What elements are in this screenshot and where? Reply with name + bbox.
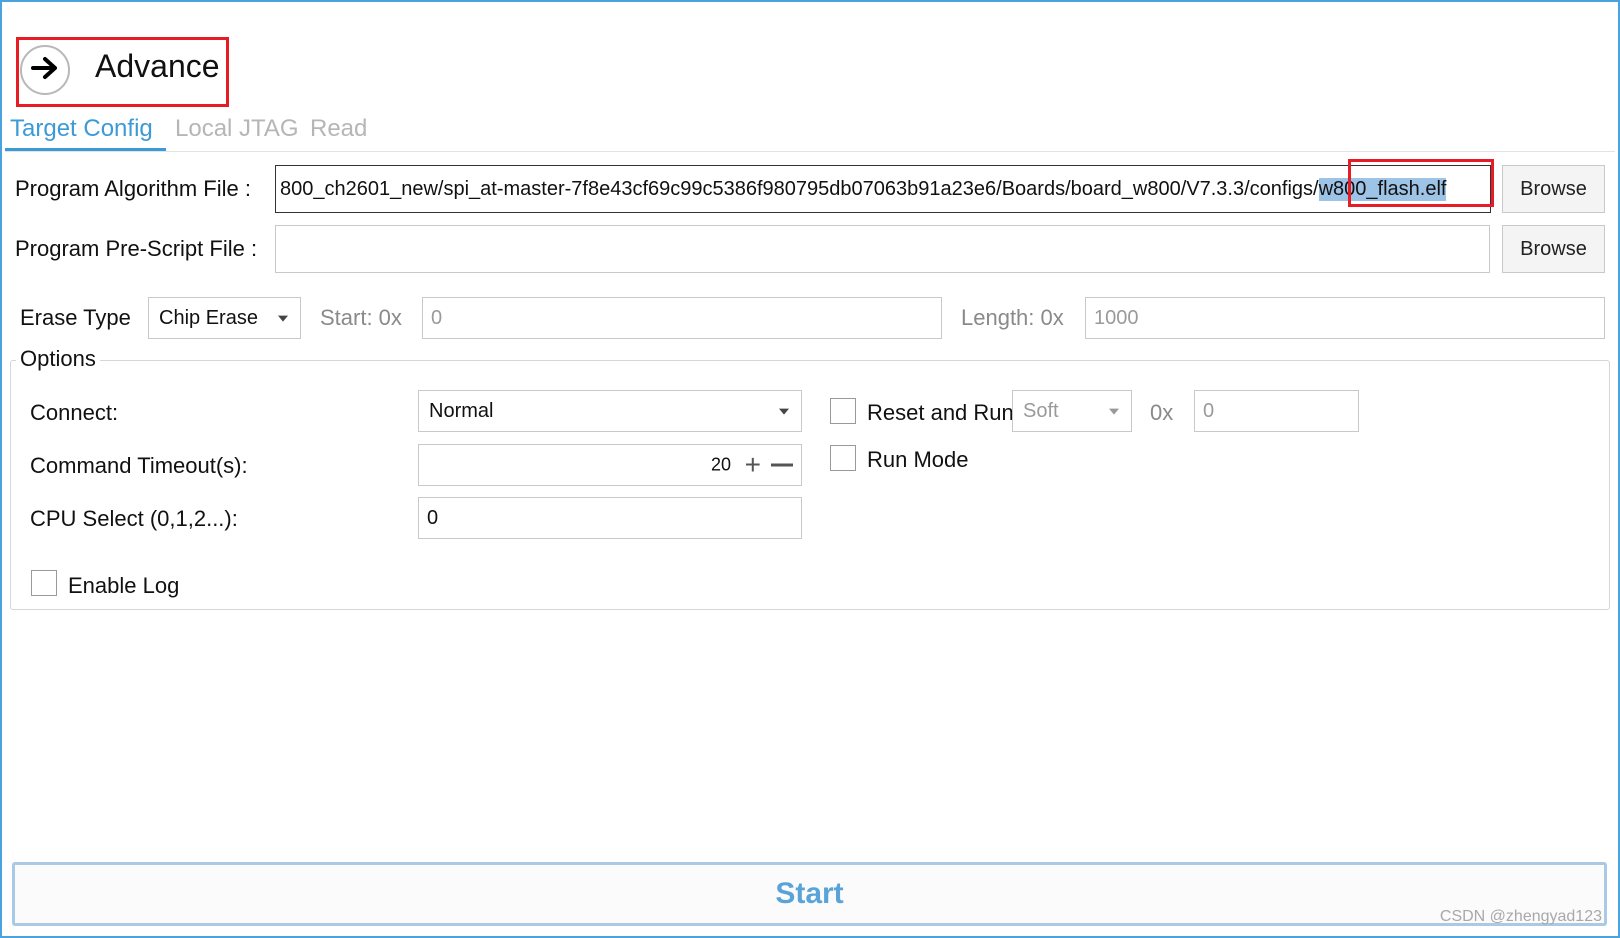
connect-value: Normal	[429, 399, 494, 422]
start-button[interactable]: Start	[12, 862, 1607, 926]
program-algorithm-input[interactable]: 800_ch2601_new/spi_at-master-7f8e43cf69c…	[275, 165, 1491, 213]
chevron-down-icon	[278, 315, 288, 322]
length-input[interactable]: 1000	[1085, 297, 1605, 339]
watermark: CSDN @zhengyad123	[1439, 908, 1602, 925]
minus-icon[interactable]	[771, 463, 793, 467]
tabs-divider	[5, 151, 1615, 152]
browse-prescript-button[interactable]: Browse	[1502, 225, 1605, 273]
enable-log-checkbox[interactable]	[31, 570, 57, 596]
erase-type-label: Erase Type	[20, 305, 131, 330]
reset-and-run-checkbox[interactable]	[830, 398, 856, 424]
erase-type-value: Chip Erase	[159, 306, 258, 329]
program-prescript-label: Program Pre-Script File :	[15, 236, 258, 261]
chevron-down-icon	[1109, 408, 1119, 415]
program-algorithm-label: Program Algorithm File :	[15, 176, 251, 201]
page-title: Advance	[95, 48, 220, 84]
options-group	[10, 360, 1610, 610]
tab-target-config[interactable]: Target Config	[10, 115, 153, 143]
options-legend: Options	[16, 346, 100, 372]
highlight-box-filename	[1348, 159, 1494, 207]
program-prescript-input[interactable]	[275, 225, 1490, 273]
command-timeout-stepper[interactable]: 20 +	[418, 444, 802, 486]
plus-icon[interactable]: +	[745, 451, 761, 479]
connect-label: Connect:	[30, 400, 119, 425]
chevron-down-icon	[779, 408, 789, 415]
reset-mode-select[interactable]: Soft	[1012, 390, 1132, 432]
erase-type-select[interactable]: Chip Erase	[148, 297, 301, 339]
start-label: Start: 0x	[320, 305, 402, 330]
tab-local-jtag[interactable]: Local JTAG	[175, 115, 299, 143]
tab-read[interactable]: Read	[310, 115, 367, 143]
start-address-input[interactable]: 0	[422, 297, 942, 339]
reset-hex-prefix: 0x	[1150, 400, 1174, 425]
cpu-select-label: CPU Select (0,1,2...):	[30, 506, 238, 531]
command-timeout-value: 20	[710, 454, 731, 475]
reset-mode-value: Soft	[1023, 399, 1059, 422]
enable-log-label: Enable Log	[68, 573, 180, 598]
run-mode-label: Run Mode	[867, 447, 969, 472]
connect-select[interactable]: Normal	[418, 390, 802, 432]
length-label: Length: 0x	[961, 305, 1064, 330]
arrow-right-icon	[29, 52, 61, 89]
path-prefix-text: 800_ch2601_new/spi_at-master-7f8e43cf69c…	[280, 177, 1319, 200]
reset-address-input[interactable]: 0	[1194, 390, 1359, 432]
active-tab-indicator	[5, 148, 166, 151]
back-button[interactable]	[20, 45, 70, 95]
reset-and-run-label: Reset and Run	[867, 400, 1014, 425]
cpu-select-input[interactable]: 0	[418, 497, 802, 539]
browse-algorithm-button[interactable]: Browse	[1502, 165, 1605, 213]
command-timeout-label: Command Timeout(s):	[30, 453, 248, 478]
run-mode-checkbox[interactable]	[830, 445, 856, 471]
